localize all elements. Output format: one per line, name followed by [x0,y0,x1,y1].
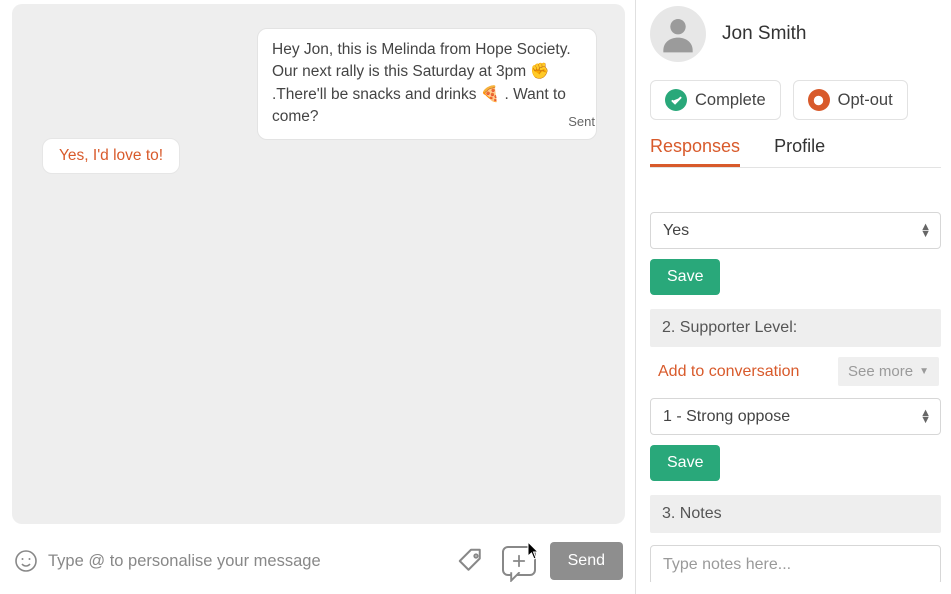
add-reply-icon[interactable] [502,546,536,576]
avatar [650,6,706,62]
q1-save-button[interactable]: Save [650,259,720,295]
q2-see-more[interactable]: See more ▼ [838,357,939,386]
composer: Send [0,528,635,594]
check-icon [665,89,687,111]
chat-thread: Hey Jon, this is Melinda from Hope Socie… [12,4,625,524]
chat-pane: Hey Jon, this is Melinda from Hope Socie… [0,0,636,594]
tag-icon[interactable] [454,544,488,578]
scroll-cutoff-row [650,176,941,198]
side-panel: Jon Smith Complete Opt-out Responses Pro… [636,0,951,594]
tab-profile[interactable]: Profile [774,136,825,167]
message-input[interactable] [48,552,444,571]
see-more-label: See more [848,363,913,380]
optout-label: Opt-out [838,91,893,110]
contact-name: Jon Smith [722,23,806,45]
complete-label: Complete [695,91,766,110]
q2-save-button[interactable]: Save [650,445,720,481]
notes-input[interactable] [650,545,941,582]
q2-select[interactable]: 1 - Strong oppose [650,398,941,435]
emoji-icon[interactable] [14,549,38,573]
optout-button[interactable]: Opt-out [793,80,908,120]
message-incoming: Yes, I'd love to! [42,138,180,174]
optout-icon [808,89,830,111]
q2-header: 2. Supporter Level: [650,309,941,347]
tab-responses[interactable]: Responses [650,136,740,167]
q1-select[interactable]: Yes [650,212,941,249]
q3-header: 3. Notes [650,495,941,533]
message-outgoing: Hey Jon, this is Melinda from Hope Socie… [257,28,597,140]
send-button[interactable]: Send [550,542,623,580]
q2-add-to-conversation[interactable]: Add to conversation [658,363,799,381]
complete-button[interactable]: Complete [650,80,781,120]
tab-underline [650,164,740,167]
responses-panel: Yes ▲▼ Save 2. Supporter Level: Add to c… [650,206,941,582]
message-status: Sent [568,114,595,129]
caret-down-icon: ▼ [919,366,929,377]
contact-header: Jon Smith [650,6,941,62]
tabs: Responses Profile [650,136,941,167]
